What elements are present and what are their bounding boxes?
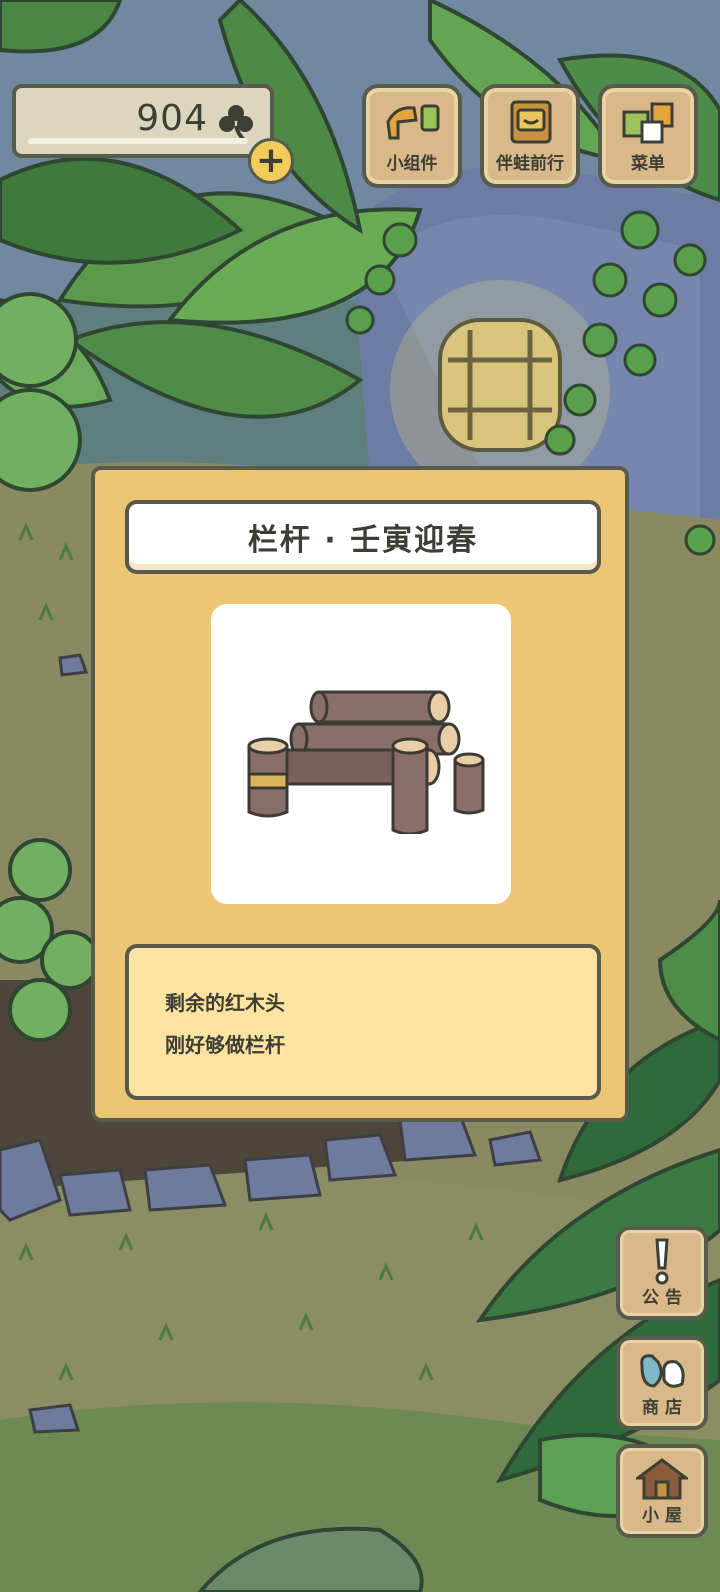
exclamation-icon [655,1238,669,1285]
description-line-1: 剩余的红木头 [165,991,285,1015]
menu-button[interactable]: 菜单 [598,84,698,188]
item-description: 剩余的红木头 刚好够做栏杆 [125,944,601,1100]
shop-button[interactable]: 商店 [616,1336,708,1430]
menu-label: 菜单 [631,154,665,174]
frog-journey-button[interactable]: 伴蛙前行 [480,84,580,188]
shop-bags-icon [640,1354,685,1388]
item-title: 栏杆 · 壬寅迎春 [125,500,601,574]
clover-icon [219,105,253,142]
clover-counter: 904 [12,84,274,158]
add-clover-button[interactable]: + [248,138,294,184]
description-line-2: 刚好够做栏杆 [165,1033,285,1057]
house-label: 小屋 [642,1506,688,1526]
widget-icon [386,104,440,140]
shop-label: 商店 [642,1398,688,1418]
frog-journey-label: 伴蛙前行 [496,154,564,174]
widget-label: 小组件 [386,154,438,174]
announcement-label: 公告 [642,1288,688,1308]
plus-icon: + [255,140,287,181]
item-image-frame [211,604,511,904]
menu-icon [622,102,674,144]
frog-journey-icon [510,100,552,144]
clover-count: 904 [136,98,208,139]
house-button[interactable]: 小屋 [616,1444,708,1538]
wooden-log-fence-icon [247,690,485,834]
widget-button[interactable]: 小组件 [362,84,462,188]
announcement-button[interactable]: 公告 [616,1226,708,1320]
item-detail-card: 栏杆 · 壬寅迎春 剩余的红木头 刚好够做栏杆 [91,466,629,1122]
counter-underline [28,138,248,144]
house-icon [636,1458,688,1500]
